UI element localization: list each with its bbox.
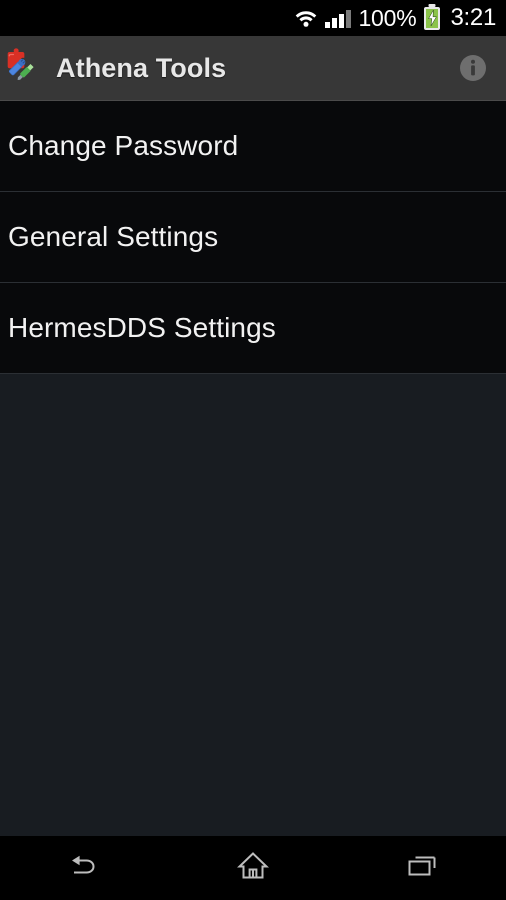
battery-charging-icon <box>424 6 441 30</box>
list-item-hermesdds-settings[interactable]: HermesDDS Settings <box>0 283 506 374</box>
puzzle-wrench-screwdriver-icon <box>4 47 46 89</box>
info-icon[interactable] <box>457 52 489 84</box>
battery-percent-label: 100% <box>358 4 417 31</box>
settings-list: Change Password General Settings HermesD… <box>0 101 506 836</box>
navigation-bar <box>0 836 506 900</box>
list-item-label: HermesDDS Settings <box>8 312 276 343</box>
list-item-label: General Settings <box>8 221 219 252</box>
home-button[interactable] <box>169 836 338 900</box>
list-item-general-settings[interactable]: General Settings <box>0 192 506 283</box>
status-bar: 100% 3:21 <box>0 0 506 36</box>
action-bar: Athena Tools <box>0 36 506 101</box>
list-item-change-password[interactable]: Change Password <box>0 101 506 192</box>
back-arrow-icon <box>66 851 102 886</box>
wifi-icon <box>294 8 318 28</box>
list-item-label: Change Password <box>8 130 239 161</box>
app-title: Athena Tools <box>56 52 227 83</box>
clock-label: 3:21 <box>450 4 496 31</box>
signal-bars-icon <box>325 8 352 28</box>
recent-apps-icon <box>405 851 439 886</box>
phone-screen: 100% 3:21 Athena Tools Change Password G… <box>0 0 506 900</box>
home-icon <box>236 850 270 887</box>
back-button[interactable] <box>0 836 169 900</box>
recent-apps-button[interactable] <box>337 836 506 900</box>
